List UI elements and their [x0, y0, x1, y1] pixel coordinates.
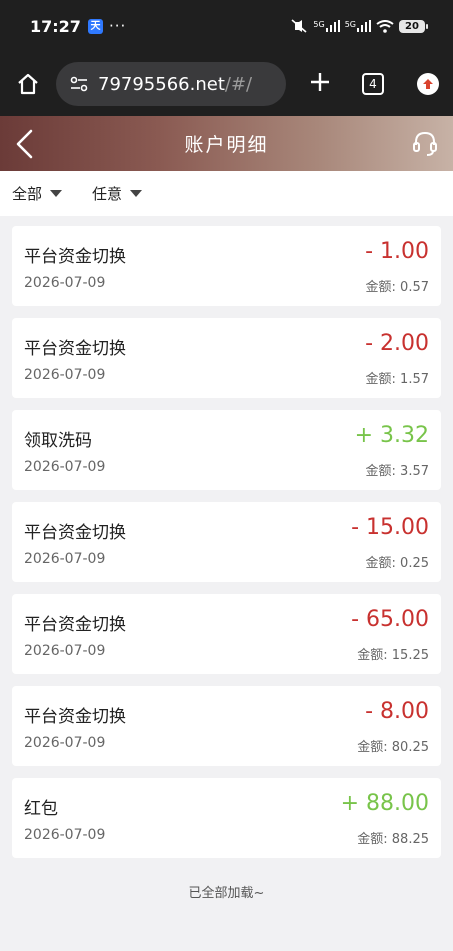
status-time: 17:27 [30, 16, 81, 36]
transaction-title: 平台资金切换 [24, 707, 126, 727]
tab-switcher-button[interactable]: 4 [362, 73, 384, 95]
app-badge-icon: 天 [87, 18, 103, 34]
transaction-title: 平台资金切换 [24, 247, 126, 267]
transaction-balance: 金额: 3.57 [365, 464, 429, 479]
tune-icon[interactable] [70, 76, 88, 92]
transaction-card[interactable]: 平台资金切换 2026-07-09 - 1.00 金额: 0.57 [12, 226, 441, 306]
headset-icon [413, 131, 437, 156]
new-tab-button[interactable] [304, 69, 336, 99]
home-icon [18, 73, 38, 95]
transaction-balance: 金额: 1.57 [365, 372, 429, 387]
signal-5g-icon: 5G [313, 20, 340, 32]
filter-bar: 全部 任意 [0, 171, 453, 216]
transaction-balance: 金额: 80.25 [357, 740, 429, 755]
signal-5g-icon: 5G [345, 20, 371, 32]
list-end-text: 已全部加载~ [188, 886, 265, 901]
caret-down-icon [50, 190, 63, 197]
transaction-amount: - 15.00 [351, 515, 429, 540]
transaction-amount: - 2.00 [365, 331, 429, 356]
transaction-list: 平台资金切换 2026-07-09 - 1.00 金额: 0.57 平台资金切换… [12, 226, 441, 870]
wifi-icon [376, 19, 394, 33]
page-title: 账户明细 [184, 134, 269, 156]
transaction-amount: - 1.00 [365, 239, 429, 264]
transaction-date: 2026-07-09 [24, 551, 106, 567]
more-notifications-icon: ··· [108, 17, 127, 35]
browser-toolbar: 79795566.net/#/ 4 [0, 52, 453, 116]
battery-icon: 20 [399, 19, 428, 33]
transaction-title: 红包 [24, 799, 58, 819]
transaction-date: 2026-07-09 [24, 827, 106, 843]
chevron-left-icon [16, 129, 33, 159]
transaction-balance: 金额: 15.25 [357, 648, 429, 663]
transaction-amount: - 65.00 [351, 607, 429, 632]
status-bar: 17:27 天 ··· 5G 5G 20 [0, 0, 453, 52]
update-button[interactable] [417, 73, 439, 95]
transaction-card[interactable]: 平台资金切换 2026-07-09 - 2.00 金额: 1.57 [12, 318, 441, 398]
transaction-balance: 金额: 88.25 [357, 832, 429, 847]
status-icons: 5G 5G 20 [290, 19, 428, 33]
mute-vibrate-icon [291, 19, 307, 33]
transaction-amount: - 8.00 [365, 699, 429, 724]
transaction-balance: 金额: 0.25 [365, 556, 429, 571]
transaction-title: 平台资金切换 [24, 615, 126, 635]
transaction-amount: + 3.32 [354, 423, 429, 448]
address-bar[interactable]: 79795566.net/#/ [56, 62, 286, 106]
filter-type-dropdown[interactable]: 全部 [12, 183, 63, 204]
transaction-balance: 金额: 0.57 [365, 280, 429, 295]
transaction-card[interactable]: 红包 2026-07-09 + 88.00 金额: 88.25 [12, 778, 441, 858]
filter-time-dropdown[interactable]: 任意 [92, 183, 143, 204]
plus-icon [311, 73, 329, 91]
transaction-card[interactable]: 平台资金切换 2026-07-09 - 65.00 金额: 15.25 [12, 594, 441, 674]
url-path: /#/ [224, 73, 253, 95]
transaction-card[interactable]: 平台资金切换 2026-07-09 - 8.00 金额: 80.25 [12, 686, 441, 766]
back-button[interactable] [12, 128, 40, 160]
caret-down-icon [130, 190, 143, 197]
transaction-date: 2026-07-09 [24, 643, 106, 659]
update-arrow-icon [423, 79, 433, 89]
filter-time-label: 任意 [92, 185, 123, 203]
url-host: 79795566.net [98, 73, 225, 95]
transaction-date: 2026-07-09 [24, 367, 106, 383]
home-button[interactable] [14, 70, 42, 98]
customer-service-button[interactable] [411, 129, 439, 157]
transaction-title: 领取洗码 [24, 431, 92, 451]
transaction-date: 2026-07-09 [24, 735, 106, 751]
transaction-title: 平台资金切换 [24, 523, 126, 543]
transaction-title: 平台资金切换 [24, 339, 126, 359]
app-header: 账户明细 [0, 116, 453, 171]
filter-type-label: 全部 [12, 185, 43, 203]
transaction-card[interactable]: 平台资金切换 2026-07-09 - 15.00 金额: 0.25 [12, 502, 441, 582]
transaction-amount: + 88.00 [340, 791, 429, 816]
transaction-date: 2026-07-09 [24, 459, 106, 475]
transaction-date: 2026-07-09 [24, 275, 106, 291]
transaction-card[interactable]: 领取洗码 2026-07-09 + 3.32 金额: 3.57 [12, 410, 441, 490]
